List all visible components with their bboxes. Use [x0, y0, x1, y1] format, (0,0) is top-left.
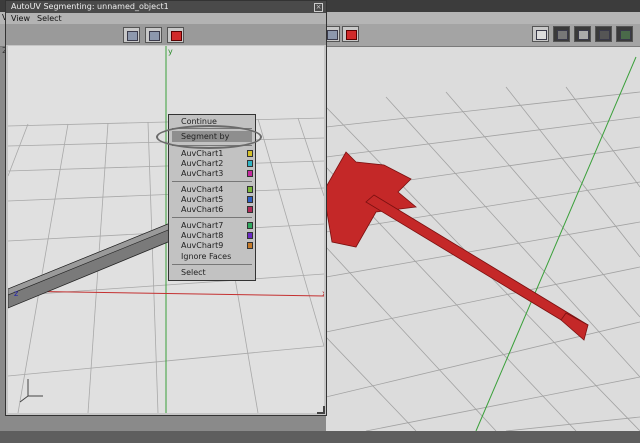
grid-icon	[536, 30, 547, 40]
axe-handle-model[interactable]	[8, 221, 174, 309]
main-statusbar	[0, 431, 640, 443]
shaded-button[interactable]	[145, 27, 162, 43]
dialog-viewport-scene	[8, 46, 324, 413]
menu-item-ignore-faces[interactable]: Ignore Faces	[181, 252, 231, 261]
chart5-color-swatch	[247, 196, 253, 203]
chart6-color-swatch	[247, 206, 253, 213]
uv-icon	[620, 30, 631, 40]
chart2-color-swatch	[247, 160, 253, 167]
cube-red-icon	[171, 31, 182, 41]
menu-item-auvchart9[interactable]: AuvChart9	[181, 241, 223, 250]
main-3d-viewport[interactable]	[326, 47, 640, 431]
cube-wire-icon	[127, 31, 138, 41]
close-icon[interactable]: ×	[314, 3, 323, 12]
grid-view-button[interactable]	[532, 26, 549, 42]
menu-item-auvchart7[interactable]: AuvChart7	[181, 221, 223, 230]
axe-3d-model[interactable]	[326, 151, 589, 341]
cube-shaded-icon	[149, 31, 160, 41]
dialog-toolbar	[6, 24, 326, 45]
textured-view-button[interactable]	[595, 26, 612, 42]
menu-item-auvchart5[interactable]: AuvChart5	[181, 195, 223, 204]
menu-select[interactable]: Select	[37, 14, 62, 23]
dialog-3d-viewport[interactable]: y x z	[8, 46, 324, 413]
y-axis-label: y	[168, 47, 173, 56]
menu-separator	[172, 264, 252, 265]
menu-item-auvchart1[interactable]: AuvChart1	[181, 149, 223, 158]
cube-icon	[327, 30, 338, 40]
z-axis-label: z	[14, 289, 19, 298]
menu-item-auvchart6[interactable]: AuvChart6	[181, 205, 223, 214]
menu-item-auvchart8[interactable]: AuvChart8	[181, 231, 223, 240]
shaded-view-button[interactable]	[553, 26, 570, 42]
selection-button[interactable]	[167, 27, 184, 43]
chart8-color-swatch	[247, 232, 253, 239]
menu-separator	[172, 181, 252, 182]
chart9-color-swatch	[247, 242, 253, 249]
menu-item-auvchart3[interactable]: AuvChart3	[181, 169, 223, 178]
menu-item-auvchart2[interactable]: AuvChart2	[181, 159, 223, 168]
texture-icon	[599, 30, 610, 40]
dialog-titlebar[interactable]: AutoUV Segmenting: unnamed_object1 ×	[6, 1, 326, 13]
chart1-color-swatch	[247, 150, 253, 157]
menu-item-select[interactable]: Select	[181, 268, 206, 277]
main-cube-solid-button[interactable]	[342, 26, 359, 42]
dialog-menubar: View Select	[6, 13, 326, 24]
lit-view-button[interactable]	[574, 26, 591, 42]
x-axis-label: x	[322, 289, 324, 298]
sphere-icon	[578, 30, 589, 40]
perspective-grid	[326, 86, 640, 431]
y-axis-line	[475, 56, 637, 431]
chart7-color-swatch	[247, 222, 253, 229]
menu-view[interactable]: View	[11, 14, 30, 23]
main-viewport-scene	[326, 56, 640, 431]
autouv-dialog: AutoUV Segmenting: unnamed_object1 × Vie…	[5, 0, 327, 416]
menu-separator	[172, 217, 252, 218]
uv-view-button[interactable]	[616, 26, 633, 42]
chart4-color-swatch	[247, 186, 253, 193]
resize-grip[interactable]	[317, 406, 325, 414]
cube-red-icon	[346, 30, 357, 40]
dialog-title: AutoUV Segmenting: unnamed_object1	[11, 2, 169, 11]
cube-icon	[557, 30, 568, 40]
menu-item-auvchart4[interactable]: AuvChart4	[181, 185, 223, 194]
wireframe-button[interactable]	[123, 27, 140, 43]
chart3-color-swatch	[247, 170, 253, 177]
highlight-annotation-ring	[156, 125, 262, 149]
